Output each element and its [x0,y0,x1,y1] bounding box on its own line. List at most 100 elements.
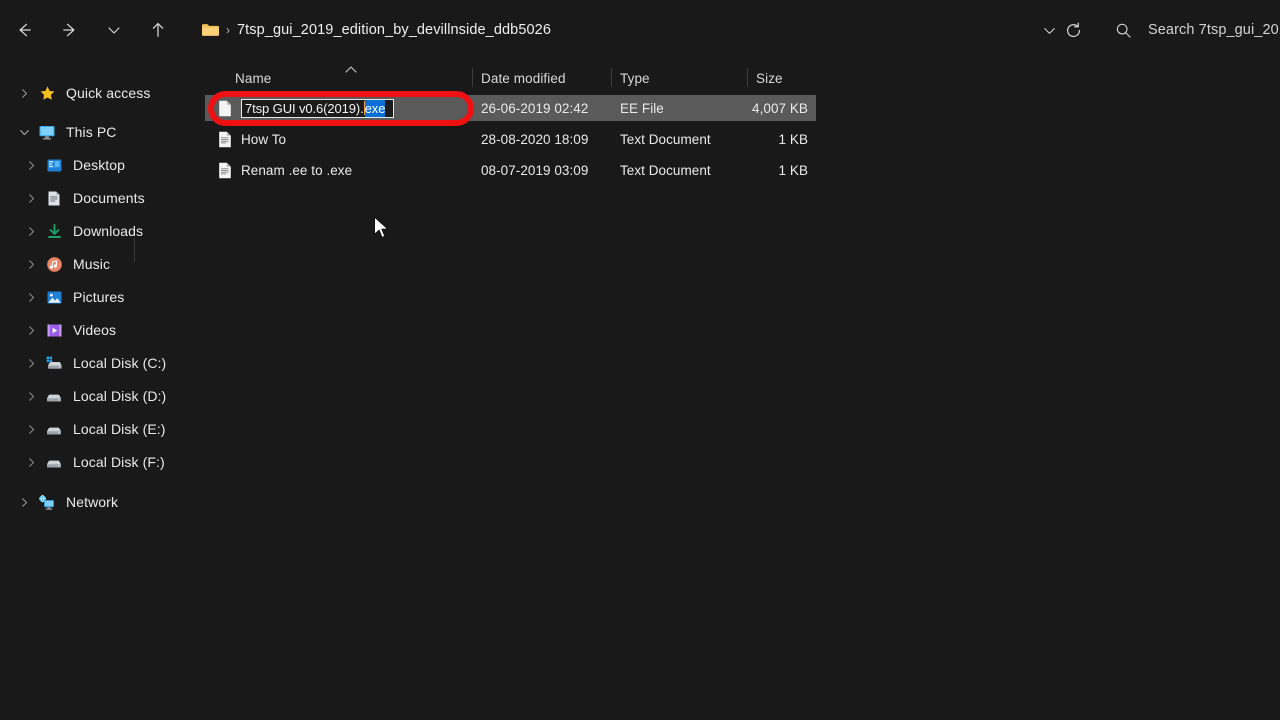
chevron-right-icon[interactable] [20,192,42,205]
column-header-label: Type [620,70,650,86]
column-headers: Name Date modified Type Size [205,65,816,91]
drive-icon [42,419,66,439]
column-header-label: Size [756,70,783,86]
file-type-cell: Text Document [620,162,711,178]
sidebar-item-documents[interactable]: Documents [6,182,199,214]
generic-file-icon [218,100,232,117]
sidebar-item-label: Local Disk (D:) [73,388,167,404]
desktop-icon [42,155,66,175]
videos-icon [42,320,66,340]
up-button[interactable] [141,13,175,47]
table-row[interactable]: Renam .ee to .exe 08-07-2019 03:09 Text … [205,157,816,183]
arrow-right-icon [63,23,75,37]
sidebar-item-label: Desktop [73,157,126,173]
pictures-icon [42,287,66,307]
column-header-name[interactable]: Name [205,65,472,91]
chevron-right-icon[interactable] [20,423,42,436]
drive-icon [42,452,66,472]
folder-icon [201,22,220,38]
file-name-label: Renam .ee to .exe [241,162,353,178]
sidebar-item-downloads[interactable]: Downloads [6,215,199,247]
back-button[interactable] [7,13,41,47]
sidebar-item-videos[interactable]: Videos [6,314,199,346]
system-drive-icon [42,353,66,373]
music-icon [42,254,66,274]
file-list-view: Name Date modified Type Size 7tsp GUI v0… [205,60,1280,720]
chevron-down-icon [108,27,120,34]
file-name-cell[interactable]: 7tsp GUI v0.6(2019). exe [205,95,472,121]
file-size-cell: 4,007 KB [752,100,808,116]
chevron-down-icon [1044,27,1055,34]
file-name-label: How To [241,131,287,147]
chevron-down-icon[interactable] [13,126,35,139]
forward-button[interactable] [53,13,87,47]
sidebar-item-label: This PC [66,124,117,140]
refresh-button[interactable] [1064,13,1083,47]
column-header-size[interactable]: Size [747,65,816,91]
column-header-date-modified[interactable]: Date modified [472,65,611,91]
chevron-right-icon[interactable] [13,496,35,509]
chevron-right-icon[interactable] [20,291,42,304]
file-size-cell: 1 KB [778,131,808,147]
file-type-cell: EE File [620,100,664,116]
sidebar-item-label: Documents [73,190,145,206]
chevron-right-icon[interactable] [20,390,42,403]
column-header-label: Name [235,70,272,86]
search-placeholder: Search 7tsp_gui_2019_edition_by_devillns… [1148,22,1280,38]
sidebar-item-label: Local Disk (F:) [73,454,165,470]
sidebar-item-desktop[interactable]: Desktop [6,149,199,181]
file-date-cell: 28-08-2020 18:09 [481,131,589,147]
star-icon [35,83,59,103]
file-date-cell: 26-06-2019 02:42 [481,100,589,116]
sidebar-item-local-disk-d[interactable]: Local Disk (D:) [6,380,199,412]
chevron-right-icon[interactable] [20,456,42,469]
rename-input[interactable]: 7tsp GUI v0.6(2019). exe [241,98,394,118]
file-name-cell[interactable]: How To [205,126,472,152]
sidebar-item-music[interactable]: Music [6,248,199,280]
recent-locations-button[interactable] [97,13,131,47]
sidebar-item-this-pc[interactable]: This PC [6,116,199,148]
navigation-toolbar: › 7tsp_gui_2019_edition_by_devillnside_d… [0,0,1280,60]
file-size-cell: 1 KB [778,162,808,178]
sidebar-item-local-disk-e[interactable]: Local Disk (E:) [6,413,199,445]
file-name-cell[interactable]: Renam .ee to .exe [205,157,472,183]
file-type-cell: Text Document [620,131,711,147]
drive-icon [42,386,66,406]
chevron-right-icon[interactable] [20,324,42,337]
network-icon [35,492,59,512]
monitor-icon [35,122,59,142]
text-document-icon [218,162,232,179]
search-input[interactable]: Search 7tsp_gui_2019_edition_by_devillns… [1115,13,1280,47]
file-date-cell: 08-07-2019 03:09 [481,162,589,178]
arrow-up-icon [152,22,164,37]
table-row[interactable]: How To 28-08-2020 18:09 Text Document 1 … [205,126,816,152]
column-header-type[interactable]: Type [611,65,747,91]
sidebar-item-local-disk-c[interactable]: Local Disk (C:) [6,347,199,379]
chevron-right-icon[interactable] [20,159,42,172]
address-dropdown-button[interactable] [1041,13,1058,47]
rename-text-prefix: 7tsp GUI v0.6(2019). [245,100,364,116]
address-bar[interactable]: › 7tsp_gui_2019_edition_by_devillnside_d… [195,13,561,47]
table-row[interactable]: 7tsp GUI v0.6(2019). exe 26-06-2019 02:42… [205,95,816,121]
text-document-icon [218,131,232,148]
sidebar-item-label: Music [73,256,111,272]
file-explorer-window: › 7tsp_gui_2019_edition_by_devillnside_d… [0,0,1280,720]
sidebar-item-label: Videos [73,322,117,338]
search-icon [1115,22,1132,39]
refresh-icon [1067,22,1081,37]
navigation-pane: Quick access This PC Desktop Documents D… [0,60,205,720]
rename-text-selection: exe [364,99,386,117]
downloads-icon [42,221,66,241]
sidebar-item-local-disk-f[interactable]: Local Disk (F:) [6,446,199,478]
sidebar-item-quick-access[interactable]: Quick access [6,77,199,109]
chevron-right-icon[interactable] [20,225,42,238]
chevron-right-icon[interactable] [20,357,42,370]
chevron-right-icon[interactable] [13,87,35,100]
sidebar-item-pictures[interactable]: Pictures [6,281,199,313]
sidebar-item-network[interactable]: Network [6,486,199,518]
chevron-right-icon[interactable] [20,258,42,271]
sidebar-item-label: Downloads [73,223,144,239]
breadcrumb-separator: › [226,23,230,37]
documents-icon [42,188,66,208]
sidebar-item-label: Pictures [73,289,125,305]
